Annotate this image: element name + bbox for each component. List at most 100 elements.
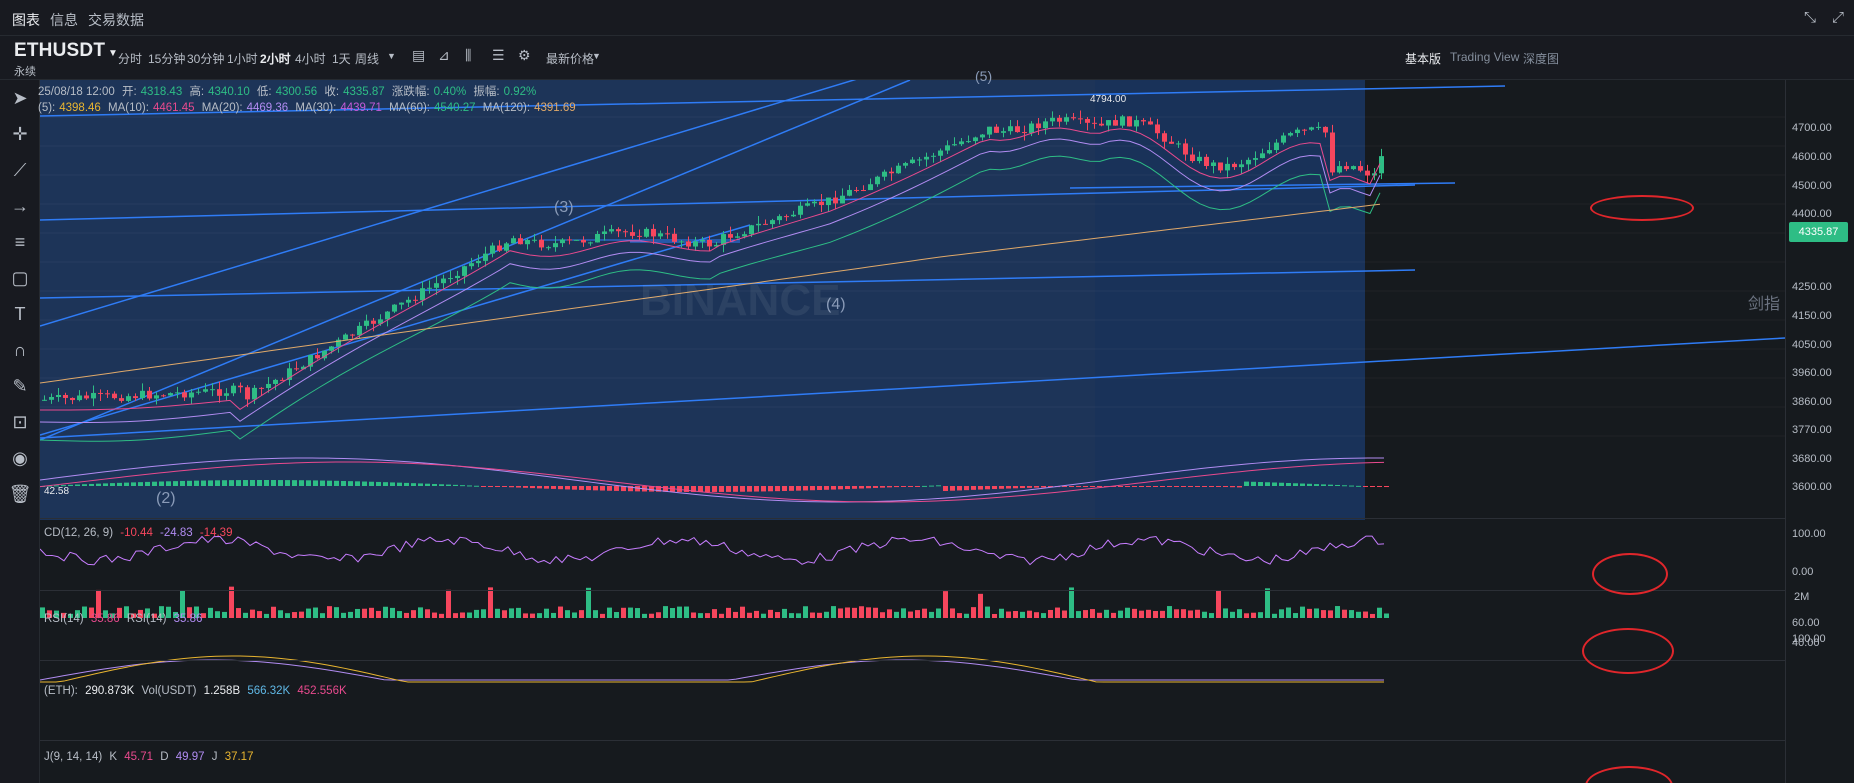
wave-label-5[interactable]: (5) — [975, 68, 992, 84]
shrink-icon[interactable]: ⤡ — [1804, 9, 1816, 26]
volume-bar — [432, 612, 437, 618]
volume-bar — [915, 610, 920, 618]
tab-info[interactable]: 信息 — [50, 10, 78, 30]
tab-trading-data[interactable]: 交易数据 — [88, 10, 144, 30]
fib-icon[interactable]: ≡ — [0, 232, 40, 253]
macd-bar — [166, 481, 171, 486]
wave-label-2[interactable]: (2) — [156, 490, 176, 508]
macd-bar — [1363, 486, 1368, 487]
lock-icon[interactable]: ⊡ — [0, 412, 40, 433]
crosshair-icon[interactable]: ✛ — [0, 124, 40, 145]
indicator-icon[interactable]: ⊿ — [438, 47, 450, 64]
macd-bar — [1244, 481, 1249, 486]
macd-bar — [929, 485, 934, 487]
chevron-down-icon[interactable]: ▼ — [387, 51, 396, 61]
cursor-icon[interactable]: ➤ — [0, 88, 40, 109]
chart-svg[interactable] — [40, 80, 1785, 783]
volume-bar — [1020, 611, 1025, 618]
pane-separator[interactable] — [40, 518, 1854, 519]
rsi-value2: 35.86 — [173, 613, 203, 625]
volume-bar — [1384, 613, 1389, 618]
macd-bar — [124, 482, 129, 486]
symbol-name[interactable]: ETHUSDT — [14, 40, 105, 62]
pane-separator[interactable] — [40, 740, 1854, 741]
view-tradingview[interactable]: Trading View — [1450, 50, 1519, 64]
pane-separator[interactable] — [40, 660, 1854, 661]
kdj-d: 49.97 — [175, 751, 205, 763]
macd-bar — [502, 486, 507, 487]
candle-type-icon[interactable]: ⫼ — [465, 47, 471, 64]
volume-bar — [418, 607, 423, 618]
candle-body — [931, 155, 936, 157]
candle-body — [1113, 120, 1118, 126]
candle-body — [966, 141, 971, 143]
price-tick: 3860.00 — [1792, 396, 1832, 408]
candle-body — [903, 163, 908, 166]
template-icon[interactable]: ☰ — [492, 47, 505, 64]
volume-bar — [264, 613, 269, 618]
arrow-icon[interactable]: → — [0, 196, 40, 217]
tab-chart[interactable]: 图表 — [12, 10, 40, 30]
macd-bar — [733, 486, 738, 492]
macd-bar — [467, 485, 472, 487]
volume-bar — [1321, 610, 1326, 618]
candle-body — [1015, 126, 1020, 133]
macd-bar — [96, 483, 101, 486]
volume-bar — [978, 593, 983, 618]
chevron-down-icon[interactable]: ▼ — [592, 51, 601, 61]
interval-1d[interactable]: 1天 — [332, 50, 351, 67]
chart-canvas[interactable] — [40, 80, 1785, 783]
interval-30m[interactable]: 30分钟 — [187, 50, 224, 67]
candle-body — [1232, 163, 1237, 168]
macd-bar — [1216, 486, 1221, 487]
wave-label-3[interactable]: (3) — [554, 199, 574, 217]
view-depth[interactable]: 深度图 — [1523, 50, 1559, 67]
candle-body — [511, 238, 516, 244]
interval-1h[interactable]: 1小时 — [227, 50, 258, 67]
macd-bar — [201, 480, 206, 486]
candle-body — [875, 176, 880, 185]
trendline-icon[interactable]: ⟋ — [0, 160, 40, 181]
macd-bar — [1006, 486, 1011, 489]
brush-icon[interactable]: ✎ — [0, 376, 40, 397]
shape-icon[interactable]: ▢ — [0, 268, 40, 289]
volume-bar — [320, 613, 325, 618]
annotation-circle-macd[interactable] — [1592, 553, 1668, 595]
magnet-icon[interactable]: ∩ — [0, 340, 40, 361]
volume-bar — [852, 607, 857, 618]
interval-1m[interactable]: 分时 — [118, 50, 142, 67]
candle-body — [1106, 120, 1111, 126]
price-type-select[interactable]: 最新价格 — [546, 50, 594, 67]
chevron-down-icon[interactable]: ▼ — [108, 48, 118, 59]
annotation-circle-rsi[interactable] — [1582, 628, 1674, 674]
trash-icon[interactable]: 🗑 — [0, 484, 40, 505]
rsi-legend: RSI(14) 35.86 RSI(14) 35.86 — [44, 613, 206, 625]
calendar-icon[interactable]: ▤ — [412, 47, 425, 64]
candle-body — [196, 391, 201, 393]
candle-body — [294, 368, 299, 370]
price-axis[interactable]: 4700.00 4600.00 4500.00 4400.00 4250.00 … — [1785, 80, 1854, 783]
candle-body — [497, 245, 502, 251]
eye-icon[interactable]: ◉ — [0, 448, 40, 469]
pane-separator[interactable] — [40, 590, 1854, 591]
volume-bar — [278, 610, 283, 618]
interval-15m[interactable]: 15分钟 — [148, 50, 185, 67]
candle-body — [1246, 159, 1251, 165]
gear-icon[interactable]: ⚙ — [518, 47, 531, 64]
macd-bar — [285, 480, 290, 486]
candle-body — [350, 334, 355, 336]
annotation-circle-price[interactable] — [1590, 195, 1694, 221]
macd-bar — [397, 482, 402, 486]
interval-2h[interactable]: 2小时 — [260, 50, 291, 67]
candle-body — [42, 399, 47, 401]
macd-bar — [1125, 486, 1130, 487]
macd-bar — [474, 485, 479, 487]
macd-bar — [1195, 486, 1200, 487]
macd-bar — [348, 481, 353, 486]
interval-4h[interactable]: 4小时 — [295, 50, 326, 67]
candle-body — [448, 278, 453, 280]
expand-icon[interactable]: ⤢ — [1832, 9, 1844, 26]
interval-weekly[interactable]: 周线 — [355, 50, 379, 67]
text-icon[interactable]: T — [0, 304, 40, 325]
view-basic[interactable]: 基本版 — [1405, 50, 1441, 67]
